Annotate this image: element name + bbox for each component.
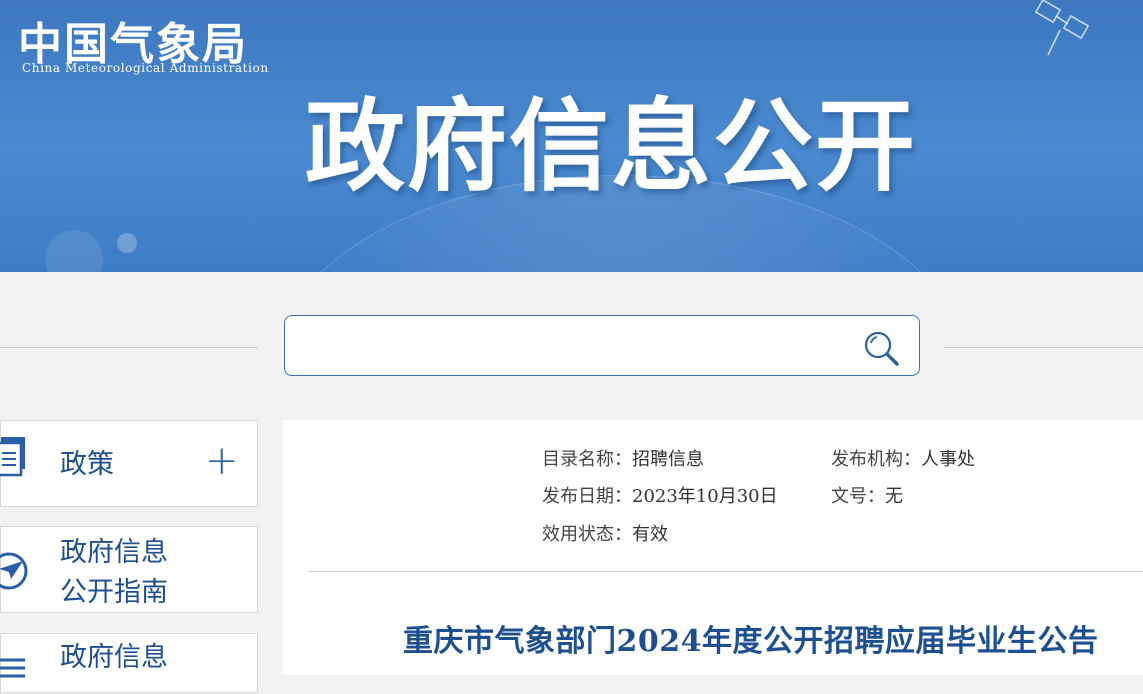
meta-value: 2023年10月30日 (632, 486, 778, 507)
sidebar-item-label: 政府信息 (60, 642, 168, 673)
meta-label: 发布机构： (831, 449, 921, 470)
meta-label: 文号： (831, 486, 885, 507)
sidebar-item-label: 公开指南 (60, 577, 168, 608)
sidebar-item-gov-info[interactable]: 政府信息 (0, 633, 258, 693)
content-divider (307, 571, 1143, 572)
meta-label: 效用状态： (542, 524, 632, 545)
meta-value: 无 (885, 486, 903, 507)
list-icon (0, 658, 25, 678)
header-banner: 中国气象局 China Meteorological Administratio… (0, 0, 1143, 272)
sidebar-item-label: 政策 (60, 449, 114, 480)
page-title: 政府信息公开 (305, 88, 917, 205)
compass-icon (0, 552, 28, 590)
article-title: 重庆市气象部门2024年度公开招聘应届毕业生公告 (403, 624, 1099, 659)
search-icon[interactable] (861, 328, 901, 368)
meta-label: 发布日期： (542, 486, 632, 507)
search-box (284, 315, 920, 376)
document-icon (0, 437, 25, 477)
bubble-decoration (117, 233, 137, 253)
bubble-decoration (45, 230, 103, 272)
satellite-icon (1034, 0, 1090, 56)
sidebar-item-policy[interactable]: 政策 + (0, 420, 258, 507)
meta-publisher: 发布机构：人事处 (831, 445, 975, 471)
sidebar-item-disclosure-guide[interactable]: 政府信息 公开指南 (0, 526, 258, 613)
meta-status: 效用状态：有效 (542, 520, 668, 546)
expand-plus-icon[interactable]: + (205, 441, 239, 481)
meta-catalog: 目录名称：招聘信息 (542, 445, 704, 471)
meta-label: 目录名称： (542, 449, 632, 470)
divider-line (0, 347, 258, 348)
meta-date: 发布日期：2023年10月30日 (542, 482, 778, 508)
article-panel: 目录名称：招聘信息 发布机构：人事处 发布日期：2023年10月30日 文号：无… (283, 420, 1143, 675)
search-input[interactable] (295, 324, 839, 370)
sidebar-item-label: 政府信息 (60, 537, 168, 568)
divider-line (944, 347, 1143, 348)
meta-value: 招聘信息 (632, 449, 704, 470)
meta-value: 人事处 (921, 449, 975, 470)
site-logo-subtitle: China Meteorological Administration (22, 61, 269, 75)
meta-value: 有效 (632, 524, 668, 545)
meta-docno: 文号：无 (831, 482, 903, 508)
